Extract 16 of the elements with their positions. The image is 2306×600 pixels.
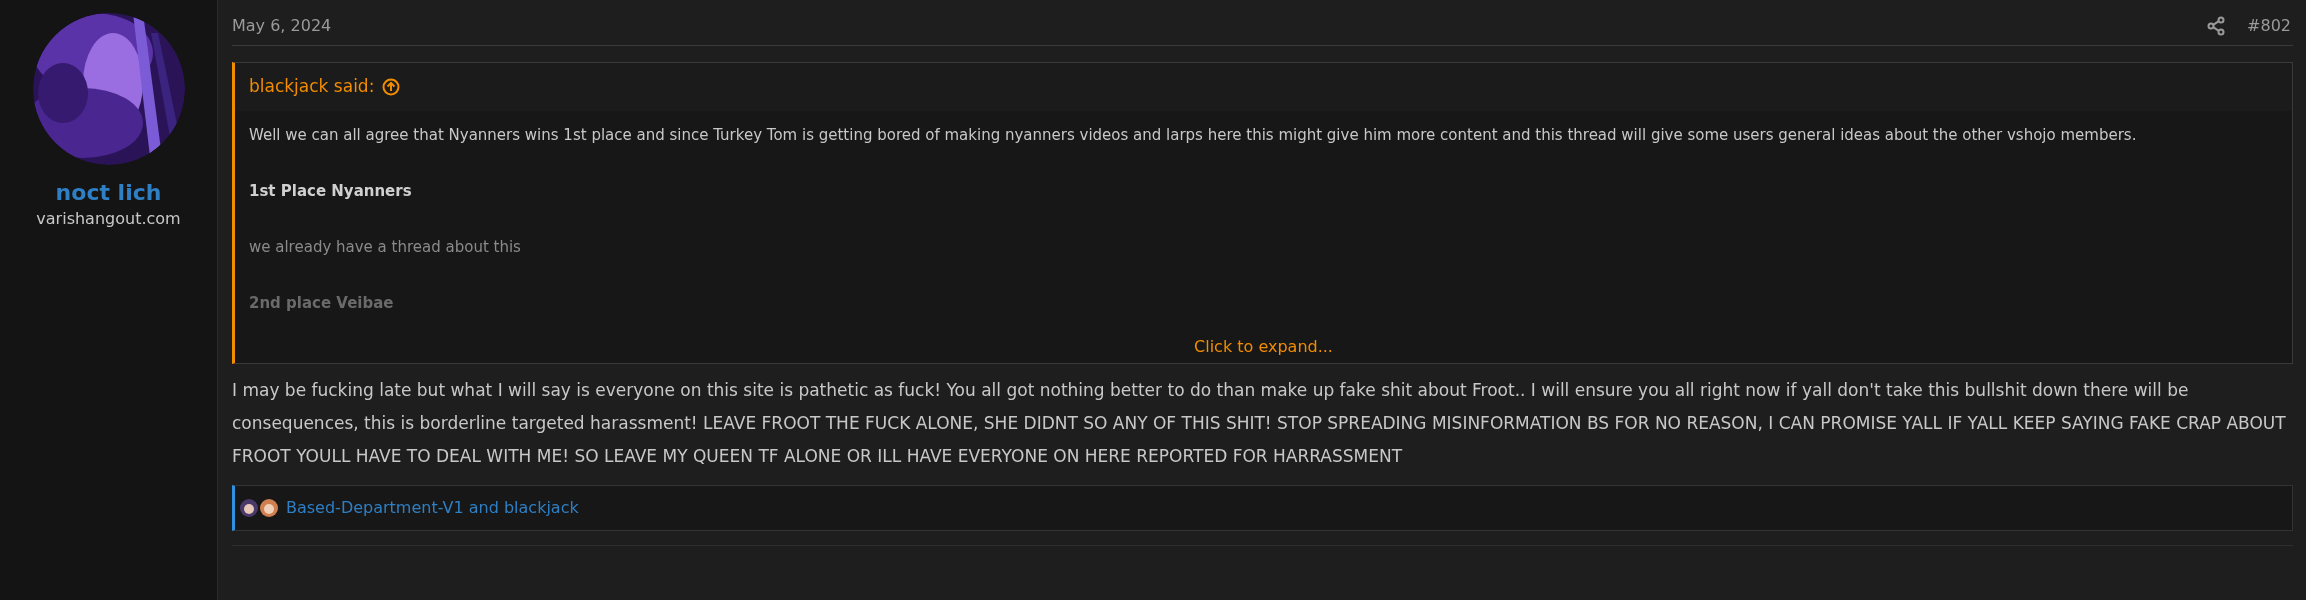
quote-author[interactable]: blackjack said: <box>249 74 375 100</box>
quote-paragraph: 2nd place Veibae <box>249 293 395 314</box>
post-date[interactable]: May 6, 2024 <box>232 13 332 38</box>
user-avatar-icon <box>240 499 258 517</box>
user-avatar-icon <box>260 499 278 517</box>
quote-paragraph: we already have a thread about this <box>249 237 522 258</box>
reaction-users[interactable]: Based-Department-V1 and blackjack <box>286 496 579 520</box>
post-message: I may be fucking late but what I will say is everyone on this site is pathetic as fuck! You all got nothing better to do than make up fake shit about Froot.. I will ensure you all right now if yall don't take this bullshit down there will be consequences, this is borderline targeted harassment! LEAVE FROOT THE FUCK ALONE, SHE DIDNT SO ANY OF THIS SHIT! STOP SPREADING MISINFORMATION BS FOR NO REASON, I CAN PROMISE YALL IF YALL KEEP SAYING FAKE CRAP ABOUT FROOT YOULL HAVE TO DEAL WITH ME! SO LEAVE MY QUEEN TF ALONE OR ILL HAVE EVERYONE ON HERE REPORTED FOR HARRASSMENT <box>232 379 2287 468</box>
quote-paragraph: Well we can all agree that Nyanners wins 1st place and since Turkey Tom is getting bored of making nyanners videos and larps here this might give him more content and this thread will give some users general ideas about the other vshojo members. <box>249 125 2138 146</box>
share-icon[interactable] <box>2207 15 2226 36</box>
user-title: varishangout.com <box>36 208 181 229</box>
quote-paragraph: 1st Place Nyanners <box>249 181 413 202</box>
post-number[interactable]: #802 <box>2247 13 2291 38</box>
username[interactable]: noct lich <box>55 179 162 207</box>
arrow-up-icon[interactable] <box>382 78 401 96</box>
expand-link[interactable]: Click to expand... <box>1194 335 1333 359</box>
